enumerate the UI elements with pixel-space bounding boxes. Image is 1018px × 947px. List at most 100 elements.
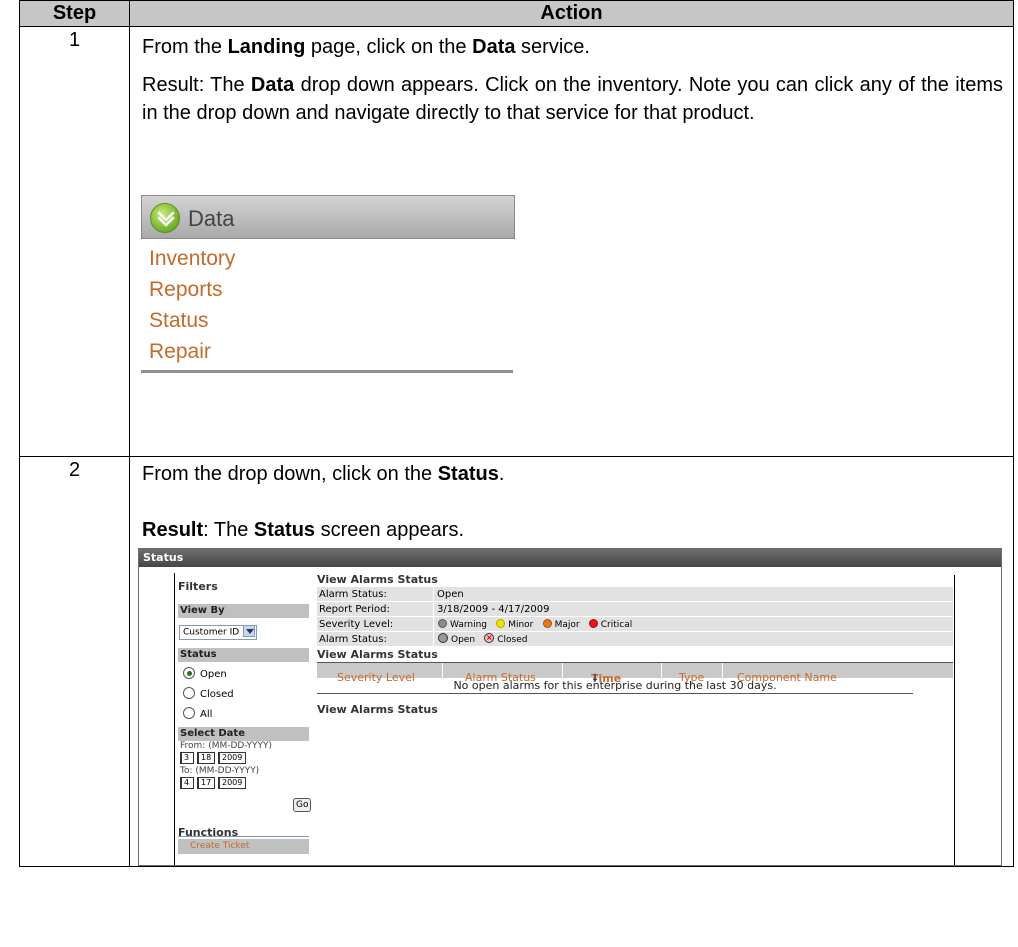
field-label: Severity Level:: [319, 619, 394, 630]
filters-title: Filters: [178, 580, 218, 593]
text-span: From the: [142, 36, 228, 58]
severity-label: Major: [554, 620, 580, 630]
text-span: service.: [515, 36, 590, 58]
radio-closed[interactable]: Closed: [178, 685, 308, 705]
to-date-row: 4 17 2009: [178, 777, 308, 791]
instruction-table: Step Action 1 From the Landing page, cli…: [19, 0, 1014, 867]
menu-item-status[interactable]: Status: [141, 305, 515, 336]
text-span: Result: The: [142, 74, 251, 96]
filters-pane: Filters View By Customer ID Status Open …: [174, 573, 312, 865]
menu-bottom-divider: [141, 370, 513, 373]
step-number: 2: [19, 456, 130, 867]
field-divider: [433, 617, 434, 632]
from-date-row: 3 18 2009: [178, 752, 308, 766]
to-label: To: (MM-DD-YYYY): [180, 766, 260, 776]
text-span: page, click on the: [305, 36, 473, 58]
legend-label: Closed: [497, 635, 528, 645]
pane-border: [954, 575, 955, 865]
column-severity-level[interactable]: Severity Level: [337, 664, 415, 692]
radio-label: Open: [200, 669, 227, 680]
sort-arrow-down-icon: ↓: [591, 673, 600, 684]
legend-label: Open: [451, 635, 476, 645]
instruction-text: From the Landing page, click on the Data…: [142, 33, 1003, 61]
result-text: Result: The Status screen appears.: [142, 516, 1003, 544]
field-label: Alarm Status:: [319, 634, 387, 645]
field-divider: [433, 587, 434, 602]
field-label: Alarm Status:: [319, 589, 387, 600]
from-day-input[interactable]: 18: [197, 752, 215, 764]
warning-dot-icon: [438, 618, 447, 628]
text-span: .: [498, 463, 505, 485]
go-button[interactable]: Go: [293, 798, 312, 812]
bold-text: Data: [472, 36, 516, 58]
radio-label: All: [200, 709, 213, 720]
table-row: 2 From the drop down, click on the Statu…: [19, 456, 1014, 867]
status-header: Status: [178, 648, 309, 662]
from-month-input[interactable]: 3: [180, 752, 194, 764]
from-year-input[interactable]: 2009: [218, 752, 246, 764]
column-component-name[interactable]: Component Name: [737, 664, 837, 692]
bold-text: Result: [142, 519, 204, 541]
severity-label: Critical: [600, 620, 633, 630]
alarm-status-legend: Open × Closed: [437, 632, 532, 648]
from-label: From: (MM-DD-YYYY): [180, 741, 273, 751]
report-period-row: Report Period: 3/18/2009 - 4/17/2009: [317, 602, 953, 617]
step-column-header: Step: [19, 0, 130, 27]
table-header-row: Step Action: [19, 0, 1014, 27]
data-menu-screenshot: Data Inventory Reports Status Repair: [141, 195, 515, 373]
bold-text: Landing: [227, 36, 306, 58]
status-body: Filters View By Customer ID Status Open …: [139, 567, 1001, 865]
view-by-header: View By: [178, 604, 309, 618]
bold-text: Status: [437, 463, 499, 485]
alarm-status-legend-row: Alarm Status: Open × Closed: [317, 632, 953, 647]
severity-legend: Warning Minor Major Critical: [437, 617, 637, 633]
to-day-input[interactable]: 17: [197, 777, 215, 789]
view-alarms-title: View Alarms Status: [317, 703, 438, 716]
minor-dot-icon: [496, 618, 506, 628]
data-menu-header[interactable]: Data: [141, 195, 515, 239]
column-divider: [562, 663, 563, 679]
alarm-status-row: Alarm Status: Open: [317, 587, 953, 602]
critical-dot-icon: [588, 618, 598, 628]
radio-icon: [183, 687, 195, 699]
severity-level-row: Severity Level: Warning Minor Major Crit…: [317, 617, 953, 632]
severity-label: Minor: [508, 620, 534, 630]
column-divider: [722, 663, 723, 679]
chevron-down-circle-icon: [150, 203, 180, 233]
result-text: Result: The Data drop down appears. Clic…: [142, 71, 1003, 127]
radio-open[interactable]: Open: [178, 665, 308, 685]
column-alarm-status[interactable]: Alarm Status: [465, 664, 536, 692]
column-type[interactable]: Type: [679, 664, 704, 692]
text-span: : The: [203, 519, 254, 541]
menu-item-repair[interactable]: Repair: [141, 336, 515, 367]
alarms-pane: View Alarms Status Alarm Status: Open Rep…: [317, 573, 953, 724]
field-value: Open: [437, 589, 464, 600]
radio-selected-icon: [183, 667, 195, 679]
table-row: 1 From the Landing page, click on the Da…: [19, 26, 1014, 457]
field-value: 3/18/2009 - 4/17/2009: [437, 604, 550, 615]
step-number: 1: [19, 26, 130, 457]
functions-divider: [178, 836, 309, 837]
select-date-header: Select Date: [178, 727, 309, 741]
menu-item-inventory[interactable]: Inventory: [141, 243, 515, 274]
severity-label: Warning: [450, 620, 488, 630]
view-alarms-title: View Alarms Status: [317, 573, 438, 586]
column-divider: [442, 663, 443, 679]
status-screen-screenshot: Status Filters View By Customer ID Statu…: [138, 548, 1002, 866]
to-month-input[interactable]: 4: [180, 777, 194, 789]
menu-item-reports[interactable]: Reports: [141, 274, 515, 305]
radio-icon: [183, 707, 195, 719]
radio-all[interactable]: All: [178, 705, 308, 725]
to-year-input[interactable]: 2009: [218, 777, 246, 789]
field-divider: [433, 632, 434, 647]
bold-text: Data: [250, 74, 295, 96]
text-span: From the drop down, click on the: [142, 463, 438, 485]
major-dot-icon: [542, 618, 552, 628]
field-divider: [433, 602, 434, 617]
action-cell: From the drop down, click on the Status.…: [129, 456, 1014, 867]
action-column-header: Action: [129, 0, 1014, 27]
view-by-select[interactable]: Customer ID: [179, 624, 258, 640]
open-alarm-icon: [438, 633, 448, 643]
instruction-text: From the drop down, click on the Status.: [142, 460, 1003, 488]
create-ticket-link[interactable]: Create Ticket: [178, 839, 309, 854]
